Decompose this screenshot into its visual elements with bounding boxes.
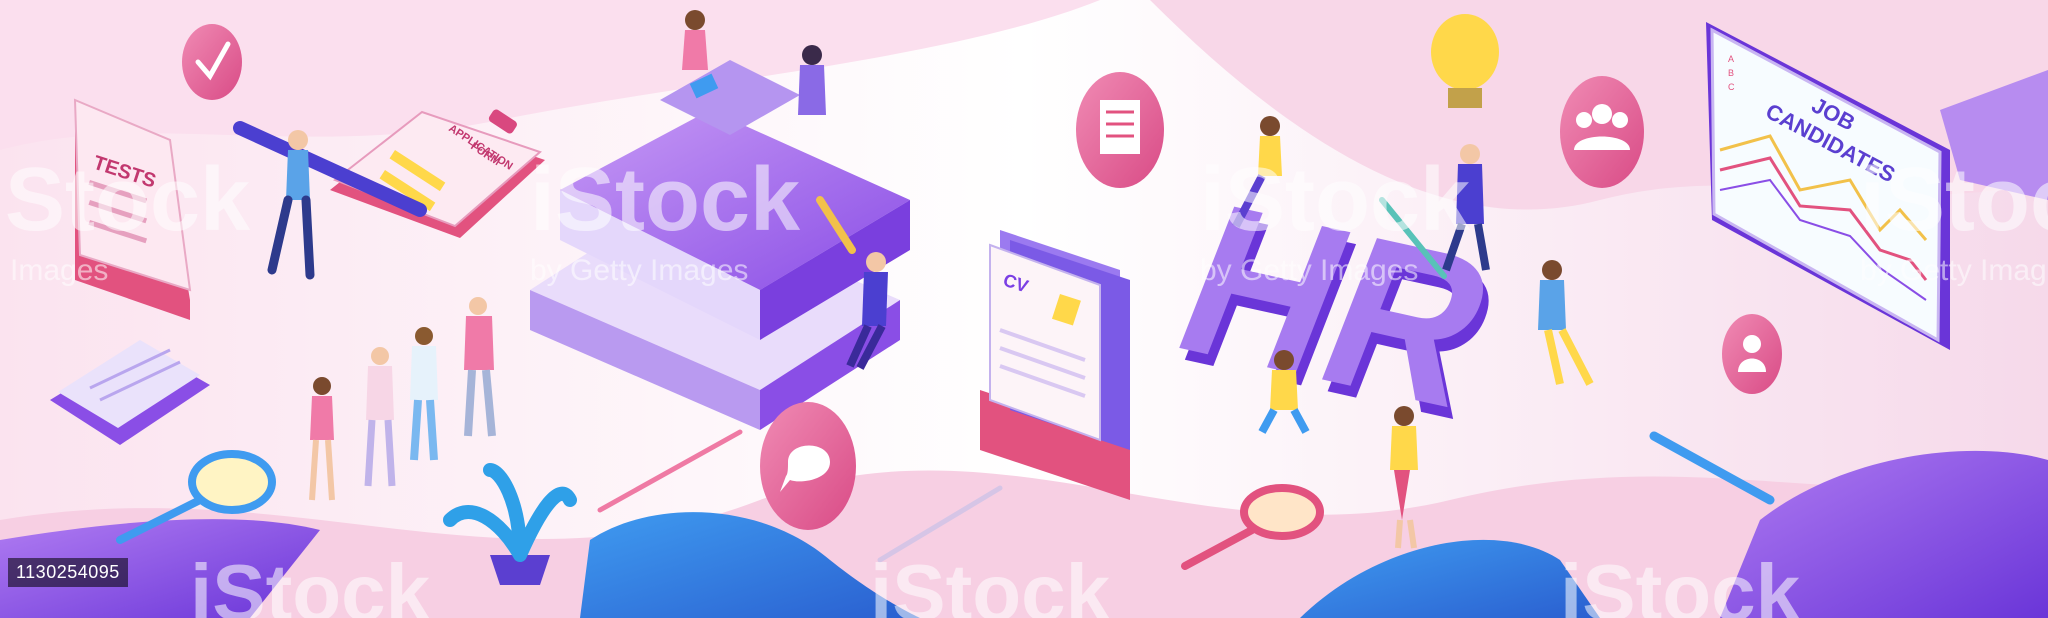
check-icon [182,24,242,100]
watermark-brand-4: iStock [1860,150,2048,250]
team-icon [1560,76,1644,188]
watermark-brand-5: iStock [190,548,431,618]
axis-letter-a: A [1728,54,1734,64]
stock-id-label: 1130254095 [8,558,128,587]
watermark-credit-2: by Getty Images [530,254,748,287]
watermark-credit-1: Images [10,254,108,287]
watermark-brand-2: iStock [530,150,801,250]
watermark-credit-4: by Getty Images [1860,254,2048,287]
chat-bubble-icon [760,402,856,530]
watermark-brand-3: iStock [1200,150,1471,250]
axis-letter-c: C [1728,82,1735,92]
user-profile-icon [1722,314,1782,394]
interviewer-woman [682,10,708,70]
checklist-icon [1076,72,1164,188]
axis-letter-b: B [1728,68,1734,78]
watermark-brand-1: iStock [0,150,251,250]
candidate-man [798,45,826,115]
hr-recruitment-illustration: TESTS APPLICATION FORM CV HR HR A B C JO… [0,0,2048,618]
watermark-brand-7: iStock [1560,548,1801,618]
watermark-brand-6: iStock [870,548,1111,618]
watermark-credit-3: by Getty Images [1200,254,1418,287]
